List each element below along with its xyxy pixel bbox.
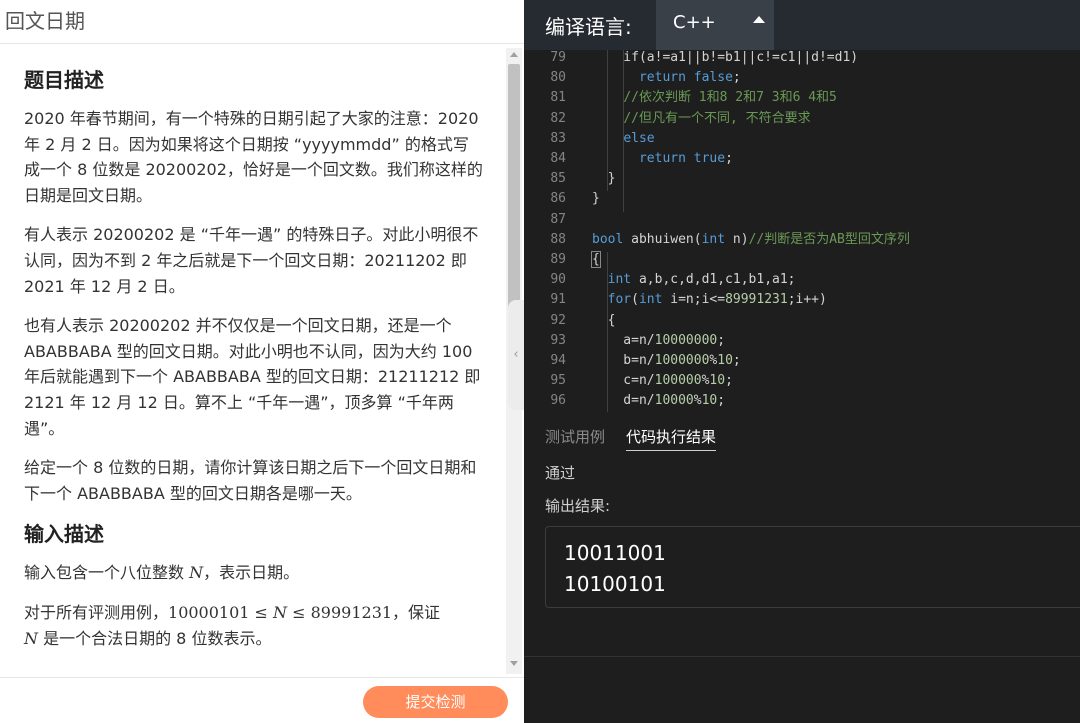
code-text: b=n/1000000%10; <box>592 353 741 368</box>
line-number: 87 <box>550 211 566 227</box>
code-text: d=n/10000%10; <box>592 393 726 409</box>
line-number: 88 <box>550 231 566 247</box>
code-text: a=n/10000000; <box>592 332 726 348</box>
code-line: 95 c=n/100000%10; <box>524 371 1080 391</box>
math-range: 10000101 ≤ N ≤ 89991231 <box>168 602 393 622</box>
code-text: int a,b,c,d,d1,c1,b1,a1; <box>607 272 796 288</box>
description-paragraph-2: 有人表示 20200202 是 “千年一遇” 的特殊日子。对此小明很不认同，因为… <box>24 225 479 296</box>
line-number: 91 <box>550 292 566 308</box>
output-line: 10100101 <box>564 572 666 596</box>
code-line: 91 for(int i=n;i<=89991231;i++) <box>524 290 1080 310</box>
input-text: 是一个合法日期的 8 位数表示。 <box>38 628 272 648</box>
code-line: 92 { <box>524 311 1080 331</box>
problem-description: 题目描述 2020 年春节期间，有一个特殊的日期引起了大家的注意：2020 年 … <box>4 46 504 676</box>
line-number: 93 <box>550 332 566 348</box>
code-text: return false; <box>638 70 741 86</box>
code-line: 79 if(a!=a1||b!=b1||c!=c1||d!=d1) <box>524 50 1080 68</box>
output-label: 输出结果: <box>545 497 611 515</box>
tab-test-cases[interactable]: 测试用例 <box>545 426 605 448</box>
input-paragraph-2: 对于所有评测用例，10000101 ≤ N ≤ 89991231，保证 N 是一个… <box>24 600 484 651</box>
language-label: 编译语言: <box>545 15 632 39</box>
output-box: 10011001 10100101 <box>545 526 1080 608</box>
scroll-up-arrow-icon[interactable] <box>510 52 518 57</box>
line-number: 94 <box>550 353 566 368</box>
code-line: 80 return false; <box>524 68 1080 88</box>
code-text: } <box>592 171 616 187</box>
code-line: 84 return true; <box>524 149 1080 169</box>
line-number: 90 <box>550 272 566 288</box>
code-text: else <box>623 130 655 146</box>
code-line: 96 d=n/10000%10; <box>524 391 1080 411</box>
description-paragraph-1: 2020 年春节期间，有一个特殊的日期引起了大家的注意：2020 年 2 月 2… <box>24 109 483 205</box>
line-number: 85 <box>550 171 566 187</box>
page-title: 回文日期 <box>0 0 524 44</box>
caret-up-icon <box>753 16 765 23</box>
code-text: { <box>591 251 601 268</box>
tab-execution-result[interactable]: 代码执行结果 <box>626 426 717 451</box>
input-text: 输入包含一个八位整数 <box>24 563 190 583</box>
status-text: 通过 <box>545 464 576 482</box>
code-line: 85 } <box>524 169 1080 189</box>
code-text: for(int i=n;i<=89991231;i++) <box>607 292 827 308</box>
input-text: ，保证 <box>392 602 441 622</box>
line-number: 92 <box>550 312 566 328</box>
description-paragraph-4: 给定一个 8 位数的日期，请你计算该日期之后下一个回文日期和下一个 ABABBA… <box>24 458 477 503</box>
line-number: 84 <box>550 151 566 166</box>
code-line: 93 a=n/10000000; <box>524 331 1080 351</box>
result-panel: 测试用例 代码执行结果 通过 输出结果: 10011001 10100101 <box>524 412 1080 723</box>
code-line: 81 //依次判断 1和8 2和7 3和6 4和5 <box>524 88 1080 108</box>
code-text: return true; <box>638 151 733 166</box>
problem-pane: 回文日期 题目描述 2020 年春节期间，有一个特殊的日期引起了大家的注意：20… <box>0 0 524 723</box>
line-number: 82 <box>550 110 566 126</box>
input-heading: 输入描述 <box>24 522 104 547</box>
code-editor[interactable]: 79 if(a!=a1||b!=b1||c!=c1||d!=d1) 80 retu… <box>524 50 1080 412</box>
code-text: bool abhuiwen(int n)//判断是否为AB型回文序列 <box>592 231 910 247</box>
divider <box>524 656 1080 657</box>
code-line: 82 //但凡有一个不同, 不符合要求 <box>524 109 1080 129</box>
code-text: //依次判断 1和8 2和7 3和6 4和5 <box>623 90 837 106</box>
line-number: 83 <box>550 130 566 146</box>
description-paragraph-3: 也有人表示 20200202 并不仅仅是一个回文日期，还是一个 ABABBABA… <box>24 316 481 438</box>
input-text: ，表示日期。 <box>203 563 300 583</box>
line-number: 79 <box>550 50 566 65</box>
output-line: 10011001 <box>564 541 666 565</box>
code-text: { <box>592 312 616 328</box>
code-line: 86} <box>524 189 1080 209</box>
code-text: } <box>592 191 600 207</box>
code-text: //但凡有一个不同, 不符合要求 <box>623 110 811 126</box>
line-number: 80 <box>550 70 566 86</box>
language-select[interactable]: C++ <box>656 0 774 50</box>
input-paragraph-1: 输入包含一个八位整数 N，表示日期。 <box>24 560 484 586</box>
line-number: 89 <box>550 252 566 267</box>
line-number: 96 <box>550 393 566 409</box>
collapse-panel-handle[interactable]: ‹ <box>508 300 524 410</box>
language-bar: 编译语言: C++ <box>524 0 1080 50</box>
math-variable: N <box>189 563 204 583</box>
code-line: 87 <box>524 210 1080 230</box>
editor-pane: 编译语言: C++ 79 if(a!=a1||b!=b1||c!=c1||d!=… <box>524 0 1080 723</box>
submit-check-button[interactable]: 提交检测 <box>363 686 508 718</box>
line-number: 86 <box>550 191 566 207</box>
code-line: 94 b=n/1000000%10; <box>524 351 1080 371</box>
code-line: 89 { <box>524 250 1080 270</box>
chevron-left-icon: ‹ <box>513 347 519 362</box>
input-text: 对于所有评测用例， <box>24 602 169 622</box>
line-number: 81 <box>550 90 566 106</box>
language-value: C++ <box>673 12 716 33</box>
code-text: if(a!=a1||b!=b1||c!=c1||d!=d1) <box>592 50 859 65</box>
description-heading: 题目描述 <box>24 68 104 92</box>
line-number: 95 <box>550 373 566 389</box>
code-line: 83 else <box>524 129 1080 149</box>
code-text: c=n/100000%10; <box>592 373 733 389</box>
code-line: 88 bool abhuiwen(int n)//判断是否为AB型回文序列 <box>524 230 1080 250</box>
math-variable: N <box>24 628 38 648</box>
code-line: 90 int a,b,c,d,d1,c1,b1,a1; <box>524 270 1080 290</box>
scroll-down-arrow-icon[interactable] <box>510 661 518 666</box>
